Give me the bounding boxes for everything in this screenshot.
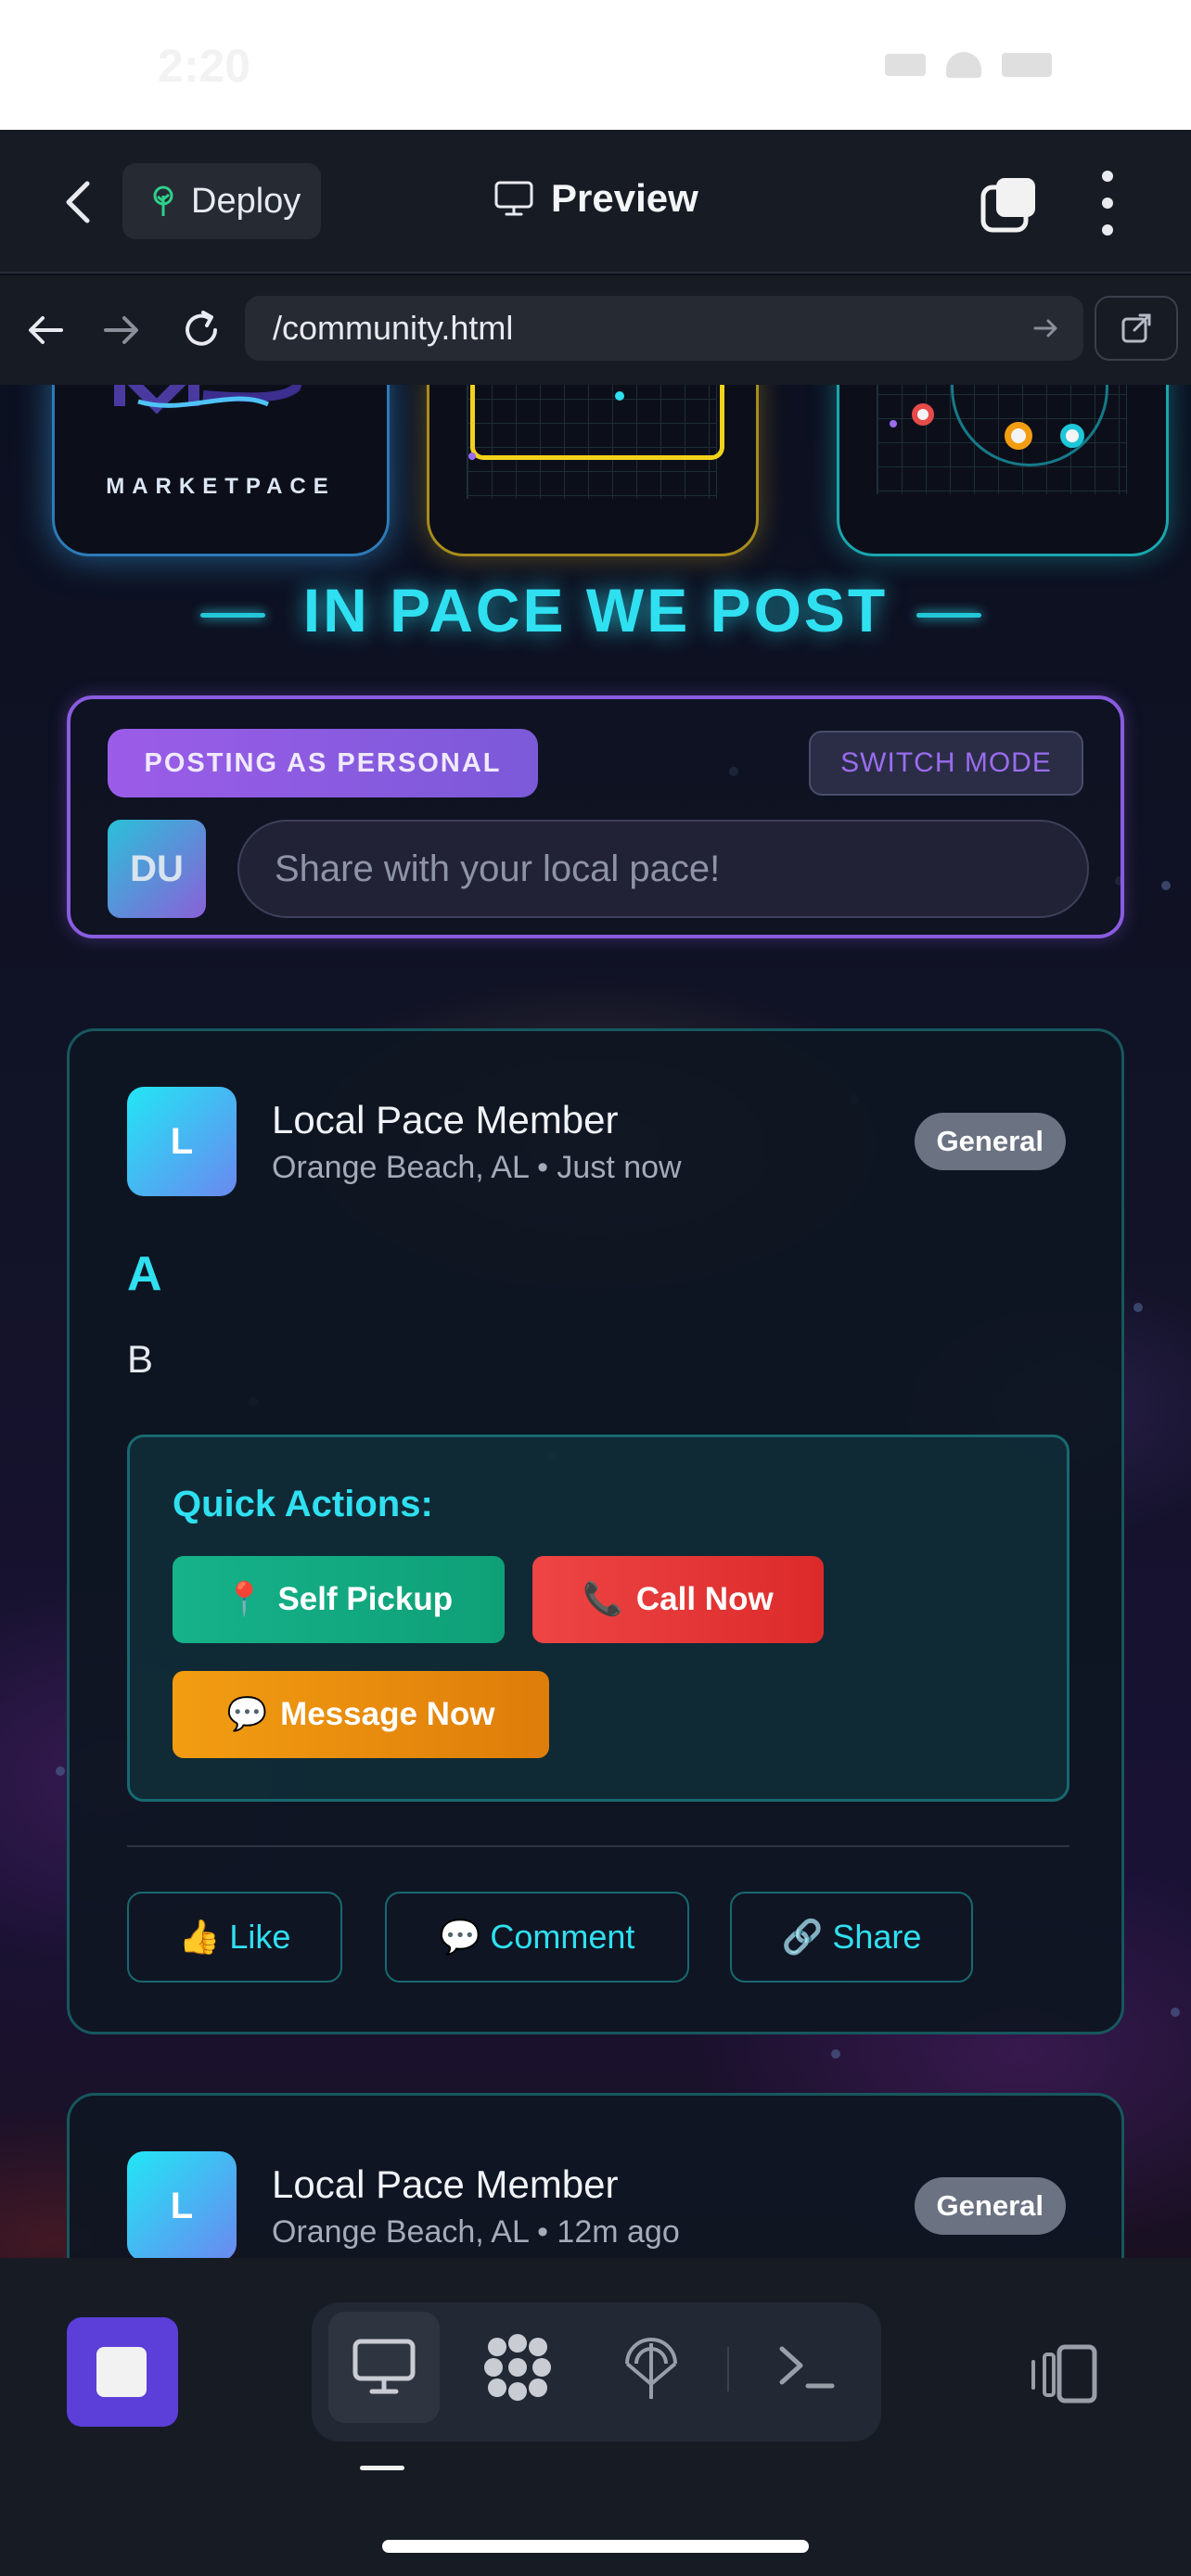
- packages-tool-button[interactable]: [462, 2312, 573, 2423]
- post-card: L Local Pace Member Orange Beach, AL • J…: [67, 1028, 1124, 2034]
- deploy-icon: [625, 2338, 677, 2399]
- speech-bubble-icon: 💬: [226, 1696, 268, 1732]
- post-composer: POSTING AS PERSONAL SWITCH MODE DU Share…: [67, 695, 1124, 938]
- category-badge: General: [914, 1113, 1066, 1170]
- packages-icon: [484, 2334, 551, 2401]
- message-now-label: Message Now: [280, 1696, 495, 1732]
- preview-tool-button[interactable]: [328, 2312, 440, 2423]
- signal-icon: [885, 54, 926, 76]
- active-tab-indicator: [360, 2466, 404, 2470]
- post-body: B: [127, 1337, 154, 1381]
- tabs-icon[interactable]: [980, 174, 1039, 234]
- call-now-label: Call Now: [635, 1581, 774, 1617]
- post-time: Just now: [557, 1150, 682, 1185]
- comment-label: Comment: [490, 1918, 635, 1956]
- terminal-tool-button[interactable]: [751, 2312, 863, 2423]
- grid-dot: [615, 391, 624, 401]
- comment-button[interactable]: 💬 Comment: [385, 1892, 689, 1983]
- link-icon: 🔗: [781, 1918, 824, 1956]
- post-title: A: [127, 1247, 162, 1301]
- chevron-left-icon[interactable]: [56, 174, 102, 230]
- share-button[interactable]: 🔗 Share: [730, 1892, 973, 1983]
- post-location: Orange Beach, AL: [272, 2214, 529, 2250]
- tree-icon: [153, 185, 173, 216]
- share-input[interactable]: Share with your local pace!: [237, 820, 1089, 918]
- monitor-icon: [494, 181, 533, 216]
- avatar: DU: [108, 820, 206, 918]
- post-meta: Orange Beach, AL • Just now: [272, 1150, 682, 1186]
- url-text: /community.html: [273, 309, 514, 347]
- wifi-icon: [946, 52, 981, 78]
- post-time: 12m ago: [557, 2214, 680, 2250]
- stop-icon: [96, 2347, 147, 2397]
- marketpace-wordmark: MARKETPACE: [106, 474, 336, 499]
- go-arrow-icon[interactable]: [1031, 314, 1059, 342]
- quick-actions-title: Quick Actions:: [173, 1484, 433, 1524]
- reload-icon[interactable]: [178, 307, 224, 353]
- post-card: L Local Pace Member Orange Beach, AL • 1…: [67, 2093, 1124, 2258]
- toolbar-separator: [727, 2347, 729, 2391]
- marketpace-logo-icon: [114, 385, 302, 414]
- open-external-button[interactable]: [1095, 296, 1178, 361]
- bottom-toolbar: [0, 2258, 1191, 2576]
- section-title: IN PACE WE POST: [302, 576, 889, 644]
- grid-game-tile[interactable]: [427, 385, 759, 556]
- browser-toolbar: /community.html: [0, 275, 1191, 385]
- speech-bubble-icon: 💬: [439, 1918, 481, 1956]
- self-pickup-button[interactable]: 📍 Self Pickup: [173, 1556, 505, 1643]
- category-badge: General: [914, 2177, 1066, 2235]
- yellow-frame: [470, 385, 724, 460]
- message-now-button[interactable]: 💬 Message Now: [173, 1671, 549, 1758]
- meta-separator: •: [537, 2214, 557, 2250]
- web-viewport[interactable]: MARKETPACE IN PACE WE POST POSTING AS PE…: [0, 385, 1191, 2258]
- tool-switcher: [312, 2302, 881, 2442]
- radar-marker: [1060, 424, 1084, 448]
- deploy-label: Deploy: [191, 181, 301, 221]
- radar-tile[interactable]: [837, 385, 1169, 556]
- phone-icon: 📞: [583, 1581, 623, 1617]
- arrow-left-icon[interactable]: [22, 307, 69, 353]
- status-bar: 2:20: [0, 0, 1191, 130]
- battery-icon: [1002, 53, 1052, 77]
- call-now-button[interactable]: 📞 Call Now: [532, 1556, 824, 1643]
- deploy-tool-button[interactable]: [596, 2312, 707, 2423]
- avatar[interactable]: L: [127, 1087, 237, 1196]
- self-pickup-label: Self Pickup: [277, 1581, 454, 1617]
- home-indicator[interactable]: [382, 2540, 809, 2553]
- terminal-icon: [779, 2346, 835, 2389]
- url-input[interactable]: /community.html: [245, 296, 1083, 361]
- pin-icon: 📍: [224, 1581, 265, 1617]
- monitor-icon: [352, 2339, 416, 2394]
- preview-label: Preview: [551, 176, 698, 220]
- thumbs-up-icon: 👍: [178, 1918, 221, 1956]
- post-author[interactable]: Local Pace Member: [272, 2162, 619, 2207]
- radar-marker: [1005, 422, 1032, 450]
- share-label: Share: [832, 1918, 922, 1956]
- post-author[interactable]: Local Pace Member: [272, 1098, 619, 1142]
- meta-separator: •: [537, 1150, 557, 1185]
- quick-actions-panel: Quick Actions: 📍 Self Pickup 📞 Call Now 💬 M…: [127, 1435, 1069, 1802]
- status-icons: [885, 52, 1052, 78]
- devices-icon[interactable]: [1030, 2343, 1098, 2404]
- post-meta: Orange Beach, AL • 12m ago: [272, 2214, 680, 2251]
- like-label: Like: [229, 1918, 291, 1956]
- preview-title: Preview: [493, 176, 698, 221]
- post-location: Orange Beach, AL: [272, 1150, 529, 1185]
- posting-mode-badge: POSTING AS PERSONAL: [108, 729, 538, 797]
- stop-button[interactable]: [67, 2317, 178, 2427]
- external-link-icon: [1121, 313, 1151, 343]
- marketpace-logo-tile[interactable]: MARKETPACE: [52, 385, 390, 556]
- avatar[interactable]: L: [127, 2151, 237, 2258]
- like-button[interactable]: 👍 Like: [127, 1892, 342, 1983]
- grid-dot: [468, 453, 476, 460]
- arrow-right-icon[interactable]: [98, 307, 145, 353]
- more-vertical-icon[interactable]: [1091, 171, 1124, 236]
- switch-mode-button[interactable]: SWITCH MODE: [809, 731, 1083, 796]
- status-time: 2:20: [158, 40, 251, 92]
- deploy-button[interactable]: Deploy: [122, 163, 321, 239]
- app-header: Deploy Preview: [0, 130, 1191, 274]
- divider: [127, 1845, 1069, 1847]
- grid-dot: [890, 420, 897, 427]
- radar-marker: [912, 403, 934, 426]
